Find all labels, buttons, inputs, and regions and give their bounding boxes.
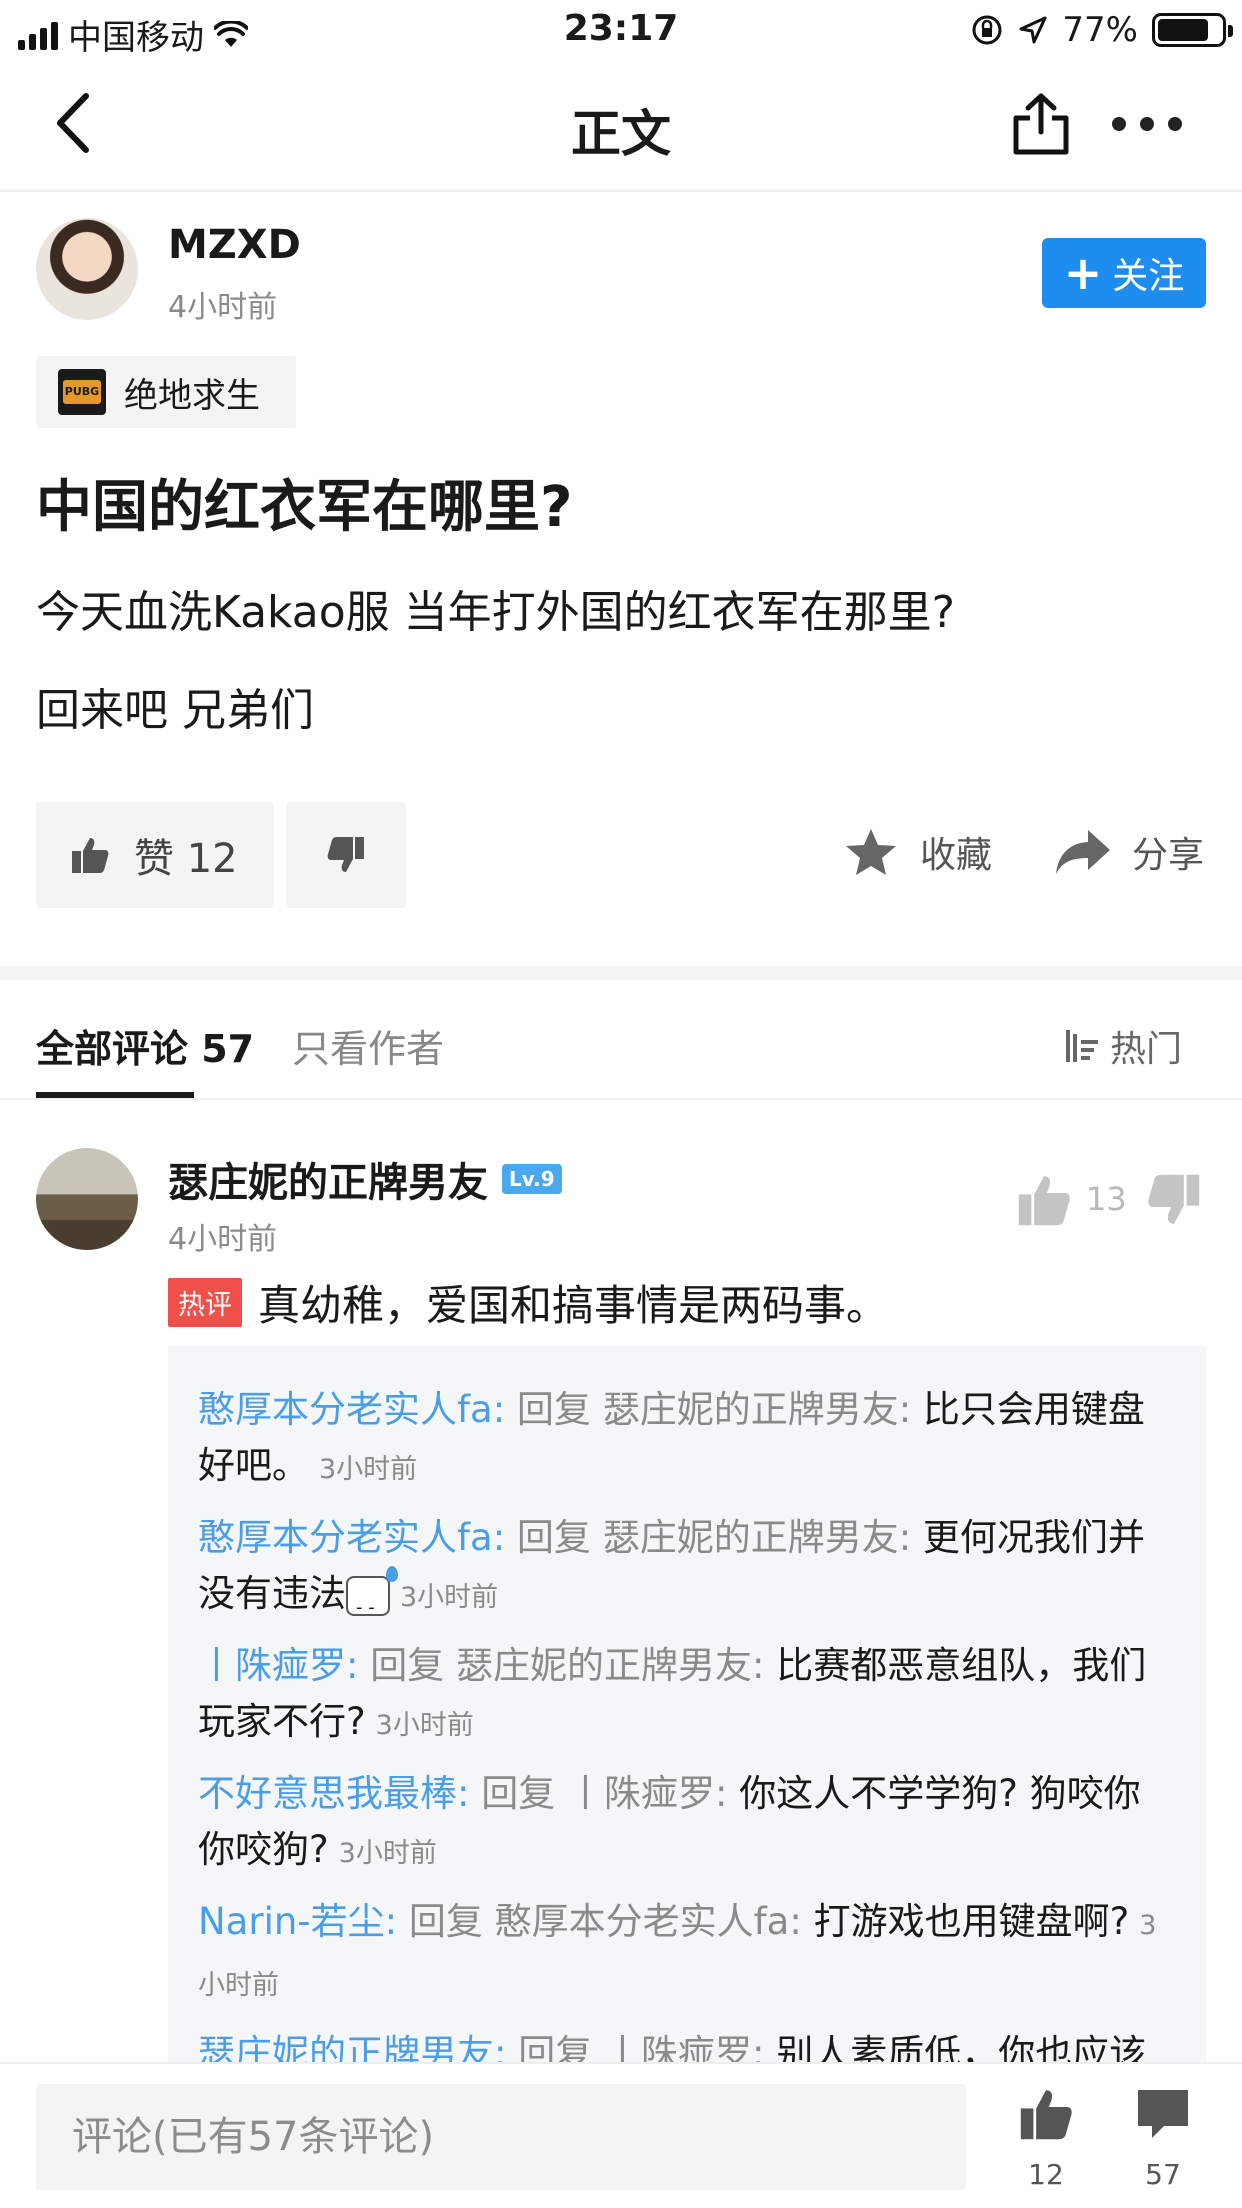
- reply-time: 3小时前: [319, 1454, 418, 1485]
- game-tag-label: 绝地求生: [124, 375, 260, 416]
- comment-like-icon[interactable]: [1016, 1172, 1072, 1228]
- reply-item[interactable]: 不好意思我最棒: 回复 丨陎痖罗: 你这人不学学狗? 狗咬你你咬狗? 3小时前: [198, 1766, 1176, 1882]
- tabs-border: [0, 1098, 1242, 1100]
- location-icon: [1019, 16, 1047, 44]
- rotation-lock-icon: [972, 15, 1002, 45]
- comment-time: 4小时前: [168, 1222, 278, 1257]
- nav-bar: 正文: [0, 62, 1242, 192]
- tab-all-comments[interactable]: 全部评论 57: [36, 1018, 254, 1073]
- comment-like-count: 13: [1086, 1180, 1127, 1218]
- level-badge: Lv.9: [502, 1164, 562, 1194]
- tab-author-only[interactable]: 只看作者: [292, 1018, 444, 1073]
- favorite-label: 收藏: [920, 835, 993, 876]
- star-icon: [846, 829, 896, 875]
- reply-item[interactable]: Narin-若尘: 回复 憨厚本分老实人fa: 打游戏也用键盘啊? 3小时前: [198, 1894, 1176, 2014]
- like-button[interactable]: 赞 12: [36, 802, 274, 908]
- commenter-avatar[interactable]: [36, 1148, 138, 1250]
- thumbs-up-icon: [72, 838, 109, 873]
- post-time: 4小时前: [168, 290, 278, 325]
- sort-button[interactable]: 热门: [1064, 1020, 1182, 1072]
- reply-item[interactable]: 丨陎痖罗: 回复 瑟庄妮的正牌男友: 比赛都恶意组队，我们玩家不行? 3小时前: [198, 1638, 1176, 1754]
- reply-time: 3小时前: [338, 1838, 437, 1869]
- comment-bubble-icon[interactable]: [1134, 2086, 1192, 2144]
- plus-icon: +: [1063, 246, 1103, 300]
- comment-dislike-icon[interactable]: [1146, 1172, 1202, 1228]
- post-title: 中国的红衣军在哪里?: [36, 475, 573, 540]
- bottom-comment-count: 57: [1145, 2158, 1181, 2191]
- reply-user[interactable]: Narin-若尘:: [198, 1900, 397, 1943]
- bottom-bar: 12 57: [0, 2062, 1242, 2208]
- status-bar: 中国移动 23:17 77%: [0, 0, 1242, 62]
- commenter-name[interactable]: 瑟庄妮的正牌男友: [168, 1150, 488, 1208]
- share-label: 分享: [1132, 835, 1205, 876]
- post-paragraph: 回来吧 兄弟们: [36, 685, 314, 736]
- forward-arrow-icon: [1056, 830, 1110, 874]
- share-button[interactable]: 分享: [1054, 826, 1204, 878]
- sort-icon: [1066, 1030, 1098, 1062]
- post-paragraph: 今天血洗Kakao服 当年打外国的红衣军在那里?: [36, 587, 955, 638]
- back-icon[interactable]: [46, 88, 106, 158]
- replies-box[interactable]: 憨厚本分老实人fa: 回复 瑟庄妮的正牌男友: 比只会用键盘好吧。 3小时前 憨厚…: [168, 1346, 1206, 2066]
- game-tag[interactable]: PUBG 绝地求生: [36, 356, 296, 428]
- thumbs-down-icon: [327, 837, 364, 872]
- like-label: 赞 12: [134, 836, 238, 882]
- follow-label: 关注: [1112, 256, 1185, 297]
- share-icon[interactable]: [1010, 92, 1072, 156]
- reply-user[interactable]: 瑟庄妮的正牌男友:: [198, 2032, 506, 2066]
- reply-text: 打游戏也用键盘啊?: [801, 1900, 1130, 1943]
- reply-item[interactable]: 憨厚本分老实人fa: 回复 瑟庄妮的正牌男友: 比只会用键盘好吧。 3小时前: [198, 1382, 1176, 1498]
- dislike-button[interactable]: [286, 802, 406, 908]
- pubg-logo-icon: PUBG: [58, 369, 106, 415]
- author-avatar[interactable]: [36, 218, 138, 320]
- more-icon[interactable]: [1112, 110, 1182, 138]
- follow-button[interactable]: + 关注: [1042, 238, 1206, 308]
- battery-icon: [1152, 13, 1233, 47]
- author-name[interactable]: MZXD: [168, 222, 301, 268]
- sweat-emoji-icon: [346, 1565, 398, 1636]
- comment-text: 真幼稚，爱国和搞事情是两码事。: [258, 1281, 889, 1330]
- battery-percent: 77%: [1062, 10, 1138, 50]
- favorite-button[interactable]: 收藏: [844, 826, 992, 878]
- reply-time: 3小时前: [400, 1582, 499, 1613]
- reply-item[interactable]: 瑟庄妮的正牌男友: 回复 丨陎痖罗: 别人素质低，你也应该低?: [198, 2026, 1176, 2066]
- reply-time: 3小时前: [375, 1710, 474, 1741]
- reply-item[interactable]: 憨厚本分老实人fa: 回复 瑟庄妮的正牌男友: 更何况我们并没有违法3小时前: [198, 1510, 1176, 1636]
- comment-input[interactable]: [36, 2084, 966, 2190]
- bottom-like-icon[interactable]: [1018, 2086, 1074, 2142]
- reply-user[interactable]: 丨陎痖罗:: [198, 1644, 358, 1687]
- reply-user[interactable]: 不好意思我最棒:: [198, 1772, 469, 1815]
- reply-user[interactable]: 憨厚本分老实人fa:: [198, 1388, 505, 1431]
- hot-comment-badge: 热评: [168, 1278, 242, 1327]
- sort-label: 热门: [1110, 1029, 1183, 1070]
- reply-user[interactable]: 憨厚本分老实人fa:: [198, 1516, 505, 1559]
- section-divider: [0, 966, 1242, 980]
- bottom-like-count: 12: [1028, 2158, 1064, 2191]
